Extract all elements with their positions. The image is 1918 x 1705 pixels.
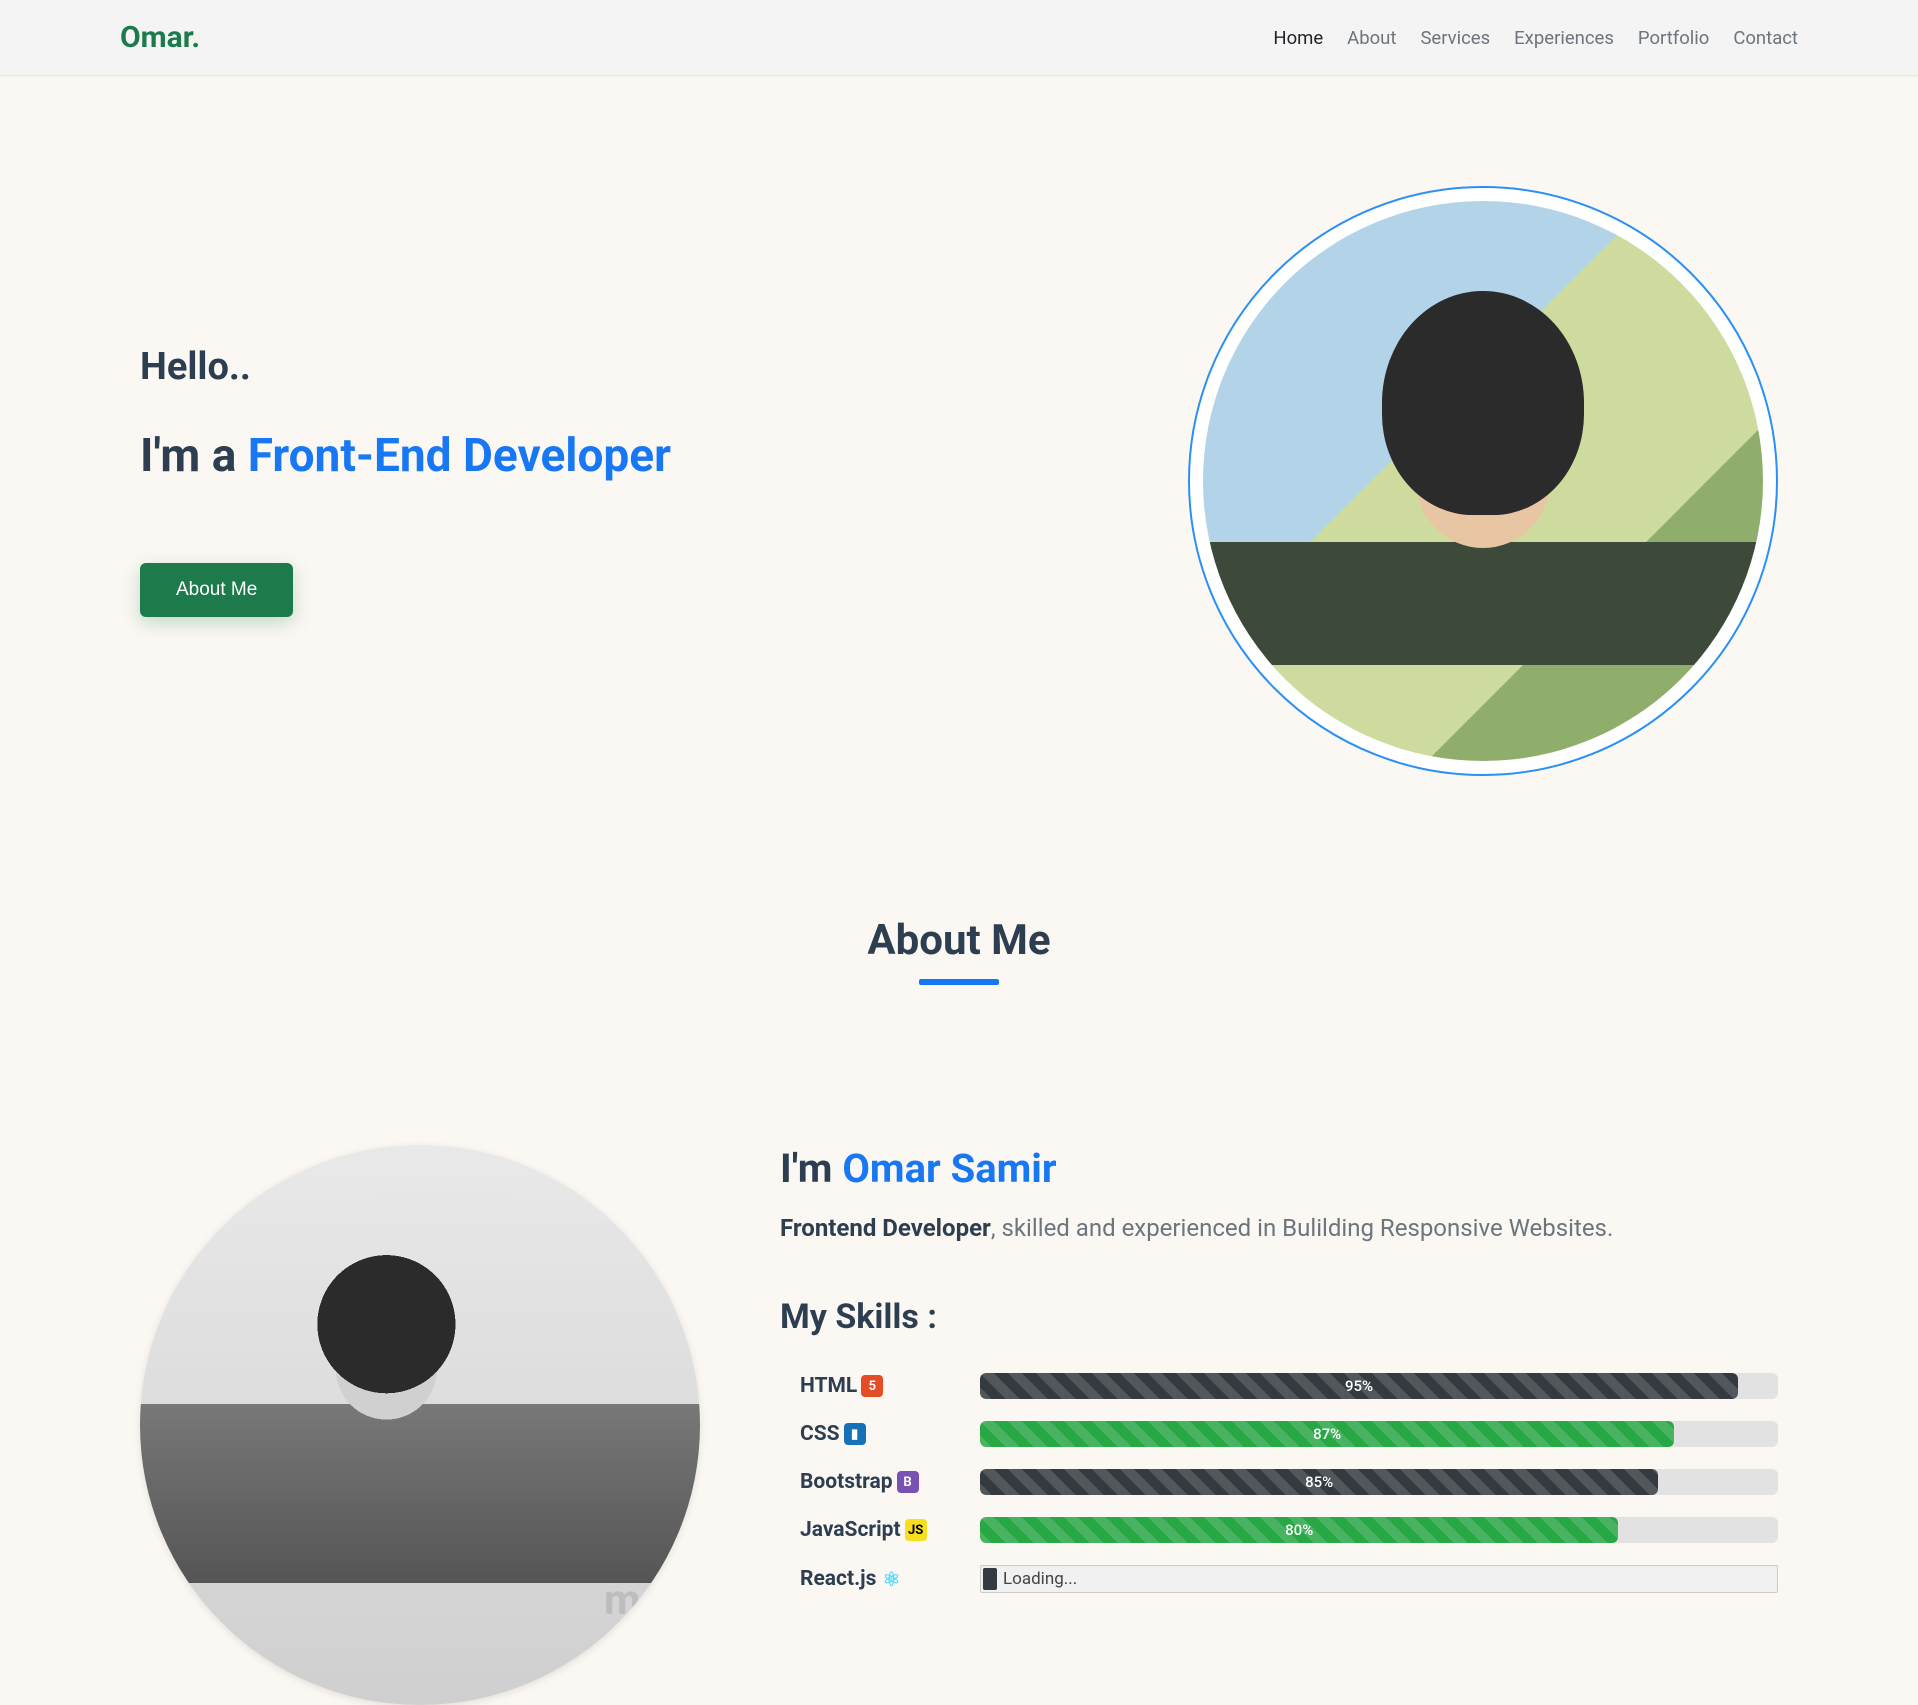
skill-name: Bootstrap bbox=[800, 1470, 893, 1494]
skill-row-html: HTML5 95% bbox=[780, 1373, 1778, 1399]
about-intro-prefix: I'm bbox=[780, 1145, 842, 1192]
skill-name: JavaScript bbox=[800, 1518, 901, 1542]
skill-bar: 85% bbox=[980, 1469, 1778, 1495]
about-photo-wrap: mostaq bbox=[140, 1145, 700, 1705]
about-me-button[interactable]: About Me bbox=[140, 563, 293, 617]
skills-title: My Skills : bbox=[780, 1297, 1778, 1337]
about-role-rest: , skilled and experienced in Bulilding R… bbox=[991, 1214, 1613, 1242]
skill-bar: 95% bbox=[980, 1373, 1778, 1399]
skill-row-css: CSS▮ 87% bbox=[780, 1421, 1778, 1447]
skill-loading-label: Loading... bbox=[1003, 1569, 1077, 1589]
skill-pct-label: 95% bbox=[1345, 1377, 1373, 1395]
navbar: Omar. Home About Services Experiences Po… bbox=[0, 0, 1918, 76]
nav-link-about[interactable]: About bbox=[1347, 27, 1396, 49]
skill-bar: 87% bbox=[980, 1421, 1778, 1447]
skill-row-javascript: JavaScriptJS 80% bbox=[780, 1517, 1778, 1543]
watermark-text: mostaq bbox=[604, 1576, 700, 1625]
skill-label: React.js⚛ bbox=[800, 1567, 980, 1591]
hero-headline: I'm a Front-End Developer bbox=[140, 429, 1188, 483]
about-role-line: Frontend Developer, skilled and experien… bbox=[780, 1210, 1778, 1247]
hero-photo bbox=[1203, 201, 1763, 761]
hero-headline-prefix: I'm a bbox=[140, 429, 248, 483]
hero-headline-highlight: Front-End Developer bbox=[248, 429, 671, 483]
skill-bar-fill: 95% bbox=[980, 1373, 1738, 1399]
hero-photo-border bbox=[1188, 186, 1778, 776]
skill-bar-fill: 85% bbox=[980, 1469, 1658, 1495]
skill-name: CSS bbox=[800, 1422, 840, 1446]
skill-label: JavaScriptJS bbox=[800, 1518, 980, 1542]
nav-link-home[interactable]: Home bbox=[1273, 27, 1323, 49]
skill-bar-fill: 87% bbox=[980, 1421, 1674, 1447]
skills-list: HTML5 95% CSS▮ 87% BootstrapB 85% JavaScriptJS… bbox=[780, 1373, 1778, 1593]
skill-label: CSS▮ bbox=[800, 1422, 980, 1446]
bs-icon: B bbox=[897, 1471, 919, 1493]
skill-name: HTML bbox=[800, 1374, 857, 1398]
hero-photo-wrap bbox=[1188, 186, 1778, 776]
hero-section: Hello.. I'm a Front-End Developer About … bbox=[0, 76, 1918, 856]
nav-links: Home About Services Experiences Portfoli… bbox=[1273, 27, 1798, 49]
hero-greeting: Hello.. bbox=[140, 345, 1188, 389]
skill-label: BootstrapB bbox=[800, 1470, 980, 1494]
logo[interactable]: Omar. bbox=[120, 20, 200, 55]
hero-text: Hello.. I'm a Front-End Developer About … bbox=[140, 345, 1188, 617]
skill-bar-fill: 80% bbox=[980, 1517, 1618, 1543]
about-role-bold: Frontend Developer bbox=[780, 1214, 991, 1242]
nav-link-portfolio[interactable]: Portfolio bbox=[1638, 27, 1709, 49]
css-icon: ▮ bbox=[844, 1423, 866, 1445]
skill-pct-label: 85% bbox=[1305, 1473, 1333, 1491]
skill-bar: 80% bbox=[980, 1517, 1778, 1543]
skill-pct-label: 80% bbox=[1285, 1521, 1313, 1539]
about-intro: I'm Omar Samir bbox=[780, 1145, 1778, 1192]
js-icon: JS bbox=[905, 1519, 927, 1541]
skill-pct-label: 87% bbox=[1313, 1425, 1341, 1443]
about-intro-name: Omar Samir bbox=[842, 1145, 1056, 1192]
about-title-wrap: About Me bbox=[0, 916, 1918, 985]
about-text: I'm Omar Samir Frontend Developer, skill… bbox=[780, 1145, 1778, 1705]
html-icon: 5 bbox=[861, 1375, 883, 1397]
nav-link-services[interactable]: Services bbox=[1420, 27, 1490, 49]
skill-name: React.js bbox=[800, 1567, 876, 1591]
about-photo: mostaq bbox=[140, 1145, 700, 1705]
react-icon: ⚛ bbox=[880, 1568, 902, 1590]
about-section-title: About Me bbox=[0, 916, 1918, 965]
nav-link-experiences[interactable]: Experiences bbox=[1514, 27, 1614, 49]
nav-link-contact[interactable]: Contact bbox=[1733, 27, 1798, 49]
skill-label: HTML5 bbox=[800, 1374, 980, 1398]
skill-loading-bar: Loading... bbox=[980, 1565, 1778, 1593]
about-section: mostaq I'm Omar Samir Frontend Developer… bbox=[0, 985, 1918, 1705]
skill-row-bootstrap: BootstrapB 85% bbox=[780, 1469, 1778, 1495]
skill-row-reactjs: React.js⚛ Loading... bbox=[780, 1565, 1778, 1593]
